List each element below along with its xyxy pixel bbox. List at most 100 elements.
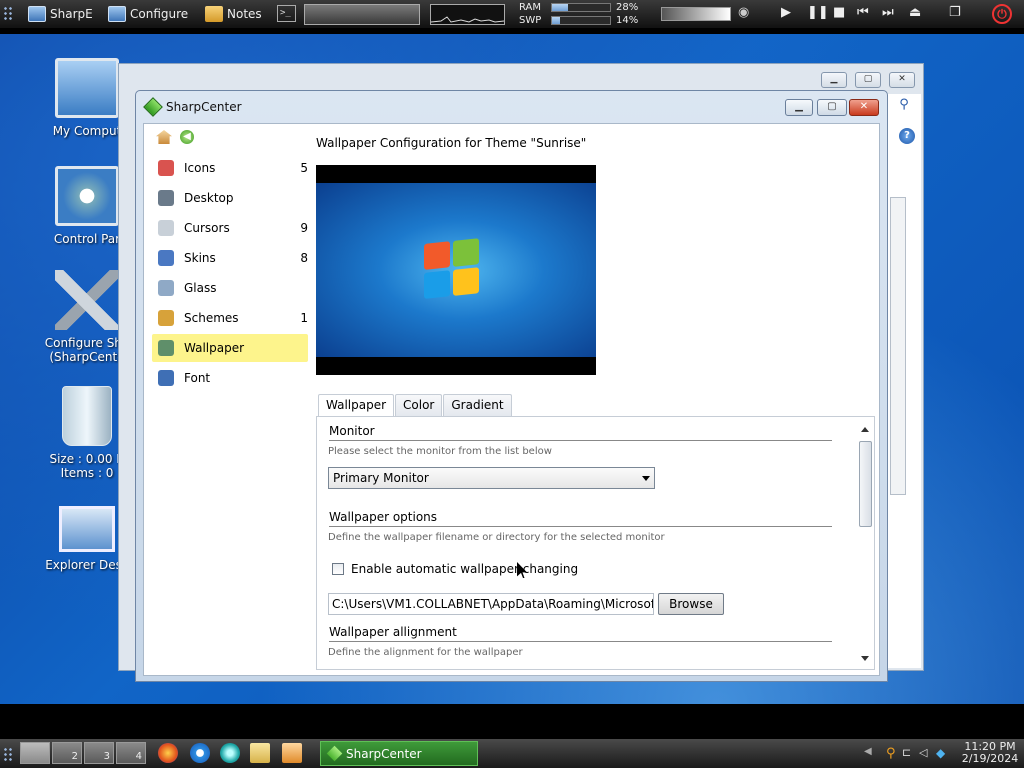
eject-icon[interactable]: ⏏ [909, 5, 921, 20]
swp-label: SWP [519, 15, 542, 26]
back-arrow-icon[interactable]: ◀ [180, 130, 194, 144]
sidebar-item-label: Wallpaper [184, 341, 245, 355]
globe-icon[interactable] [220, 743, 240, 763]
scroll-down-icon[interactable] [861, 656, 869, 661]
taskbar-button-sharpcenter[interactable]: SharpCenter [320, 741, 478, 766]
windows-icon[interactable]: ❐ [949, 5, 961, 20]
sidebar-item-wallpaper[interactable]: Wallpaper [152, 334, 308, 362]
play-icon[interactable]: ▶ [781, 5, 791, 20]
virtual-desktop-4[interactable]: 4 [116, 742, 146, 764]
ram-label: RAM [519, 2, 542, 13]
sidebar: ◀ Icons 5 Desktop Cursors 9 Skins 8 Glass Scheme… [144, 124, 312, 675]
sidebar-item-count: 9 [300, 221, 308, 235]
sharpe-button[interactable]: SharpE [28, 3, 93, 25]
help-icon[interactable]: ? [899, 128, 915, 144]
sidebar-item-schemes[interactable]: Schemes 1 [152, 304, 308, 332]
swp-meter [551, 16, 611, 25]
volume-slider[interactable] [661, 7, 731, 21]
wallpaper-options-description: Define the wallpaper filename or directo… [328, 532, 665, 543]
auto-change-label[interactable]: Enable automatic wallpaper changing [351, 562, 578, 576]
window-client-area: ◀ Icons 5 Desktop Cursors 9 Skins 8 Glass Scheme… [143, 123, 880, 676]
terminal-icon[interactable]: >_ [277, 5, 296, 22]
volume-muted-icon[interactable]: ◁ [919, 746, 931, 760]
search-icon[interactable]: ⚲ [892, 97, 916, 119]
sidebar-item-icons[interactable]: Icons 5 [152, 154, 308, 182]
search-icon[interactable]: ⚲ [886, 746, 898, 761]
scroll-thumb[interactable] [859, 441, 872, 527]
cursor-icon [158, 220, 174, 236]
sidebar-item-count: 8 [300, 251, 308, 265]
sidebar-item-label: Glass [184, 281, 217, 295]
tab-strip: Wallpaper Color Gradient [318, 394, 513, 417]
desktop-icon [158, 190, 174, 206]
notes-button[interactable]: Notes [205, 3, 262, 25]
run-field[interactable] [304, 4, 420, 25]
window-title: SharpCenter [166, 100, 242, 114]
virtual-desktop-2[interactable]: 2 [52, 742, 82, 764]
wallpaper-alignment-description: Define the alignment for the wallpaper [328, 647, 523, 658]
network-icon[interactable]: ⊏ [902, 746, 914, 760]
previous-icon[interactable]: ⏮ [857, 5, 869, 20]
ram-meter [551, 3, 611, 12]
icons-icon [158, 160, 174, 176]
maximize-button[interactable]: ▢ [855, 72, 881, 88]
stop-icon[interactable]: ■ [833, 5, 845, 20]
ram-percent: 28% [616, 2, 639, 13]
close-button[interactable]: ✕ [889, 72, 915, 88]
tab-wallpaper[interactable]: Wallpaper [318, 394, 395, 417]
maximize-button[interactable]: ▢ [817, 99, 847, 116]
home-icon[interactable] [156, 130, 172, 144]
next-icon[interactable]: ⏭ [882, 5, 894, 20]
menu-grid-icon[interactable] [3, 6, 13, 22]
chevron-down-icon [642, 476, 650, 481]
tray-arrow-icon[interactable]: ◀ [864, 746, 876, 760]
monitor-select[interactable]: Primary Monitor [328, 467, 655, 489]
browse-button[interactable]: Browse [658, 593, 724, 615]
top-bar: SharpE Configure Notes >_ RAM SWP 28% 14… [0, 0, 1024, 28]
tray-app-icon[interactable]: ◆ [936, 746, 948, 760]
configure-button[interactable]: Configure [108, 3, 188, 25]
power-icon[interactable]: ⏻ [992, 4, 1012, 24]
tab-color[interactable]: Color [395, 394, 443, 416]
sidebar-item-count: 1 [300, 311, 308, 325]
sidebar-item-label: Cursors [184, 221, 230, 235]
virtual-desktop-1[interactable] [20, 742, 50, 764]
swp-meter-fill [552, 17, 561, 24]
firefox-icon[interactable] [158, 743, 178, 763]
scroll-up-icon[interactable] [861, 427, 869, 432]
wallpaper-path-input[interactable]: C:\Users\VM1.COLLABNET\AppData\Roaming\M… [328, 593, 654, 615]
page-title: Wallpaper Configuration for Theme "Sunri… [316, 136, 587, 150]
taskbar-button-label: SharpCenter [346, 746, 422, 761]
mute-icon[interactable]: ◉ [738, 5, 749, 20]
sidebar-item-desktop[interactable]: Desktop [152, 184, 308, 212]
sidebar-item-label: Font [184, 371, 211, 385]
explorer-desktop-icon [59, 506, 115, 552]
computer-icon [55, 58, 119, 118]
auto-change-row[interactable]: Enable automatic wallpaper changing [332, 562, 578, 576]
wallpaper-image [316, 183, 596, 357]
internet-explorer-icon[interactable] [190, 743, 210, 763]
monitor-icon [108, 6, 126, 22]
sidebar-item-skins[interactable]: Skins 8 [152, 244, 308, 272]
pause-icon[interactable]: ❚❚ [807, 5, 829, 20]
media-player-icon[interactable] [282, 743, 302, 763]
background-scrollbar[interactable] [890, 197, 906, 495]
sidebar-item-cursors[interactable]: Cursors 9 [152, 214, 308, 242]
sidebar-item-label: Schemes [184, 311, 239, 325]
tab-gradient[interactable]: Gradient [443, 394, 512, 416]
tab-panel-scrollbar[interactable] [858, 423, 872, 665]
window-titlebar[interactable]: SharpCenter ▁ ▢ ✕ [136, 91, 887, 123]
minimize-button[interactable]: ▁ [821, 72, 847, 88]
auto-change-checkbox[interactable] [332, 563, 344, 575]
sharpcenter-icon [326, 745, 343, 762]
sharpcenter-icon [143, 97, 163, 117]
sidebar-item-glass[interactable]: Glass [152, 274, 308, 302]
tools-icon [55, 270, 119, 330]
clock[interactable]: 11:20 PM 2/19/2024 [958, 741, 1022, 765]
menu-grid-icon[interactable] [3, 747, 13, 763]
folder-icon[interactable] [250, 743, 270, 763]
virtual-desktop-3[interactable]: 3 [84, 742, 114, 764]
close-button[interactable]: ✕ [849, 99, 879, 116]
sidebar-item-font[interactable]: Font [152, 364, 308, 392]
minimize-button[interactable]: ▁ [785, 99, 813, 116]
